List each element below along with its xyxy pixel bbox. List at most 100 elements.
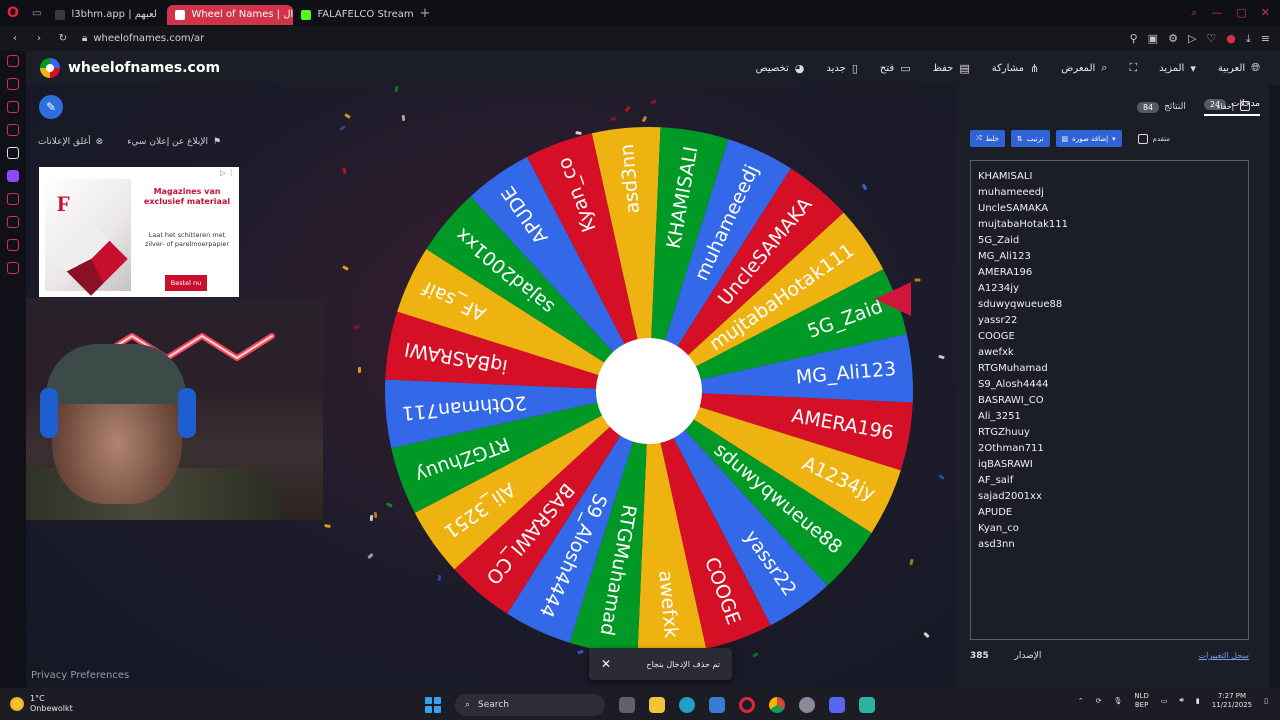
checkbox-icon[interactable]	[1137, 133, 1148, 144]
menu-share[interactable]: ⋔ مشاركة	[992, 61, 1040, 75]
edit-button[interactable]: ✎	[39, 95, 63, 119]
minimize-icon[interactable]: —	[1211, 6, 1222, 20]
url-field[interactable]: 🔒︎ wheelofnames.com/ar	[82, 33, 204, 44]
task-view-icon[interactable]	[619, 697, 635, 713]
tab-wheel-of-names[interactable]: Wheel of Names | ال	[167, 4, 294, 25]
notifications-icon[interactable]: ▯	[1264, 697, 1268, 705]
shuffle-button[interactable]: ⤮ خلط	[970, 130, 1005, 147]
edge-icon[interactable]	[679, 697, 695, 713]
entries-textarea[interactable]: KHAMISALI muhameeedj UncleSAMAKA mujtabaHot…	[970, 160, 1249, 640]
date: 11/21/2025	[1211, 700, 1253, 709]
menu-more[interactable]: ▾ المزيد	[1159, 61, 1196, 75]
ad-info-icon[interactable]: ▷ ⋮	[220, 169, 235, 177]
menu-icon[interactable]: ≡	[1261, 32, 1270, 46]
back-icon[interactable]: ‹	[6, 33, 24, 44]
wheel-center[interactable]	[596, 338, 702, 444]
weather-widget[interactable]: 1°C Onbewolkt	[10, 694, 73, 713]
player-icon[interactable]	[7, 78, 19, 90]
app-icon[interactable]	[859, 697, 875, 713]
advanced-checkbox[interactable]: متقدم	[1137, 133, 1170, 144]
profile-icon[interactable]: ●	[1226, 32, 1236, 46]
checkbox-icon[interactable]	[1240, 101, 1250, 111]
instagram-icon[interactable]	[7, 101, 19, 113]
clock[interactable]: 7:27 PM 11/21/2025	[1212, 692, 1252, 710]
opera-taskbar-icon[interactable]	[739, 697, 755, 713]
menu-save[interactable]: ▤ حفظ	[933, 61, 970, 75]
search-tabs-icon[interactable]: ⌕	[1191, 6, 1197, 20]
kick-sidebar-icon[interactable]	[7, 147, 19, 159]
privacy-preferences-link[interactable]: Privacy Preferences	[31, 670, 129, 681]
top-menu: 🌐︎ العربية ▾ المزيد ⛶ ⌕ المعرض ⋔ مشاركة ▤ حفظ…	[756, 61, 1280, 75]
twitch-icon[interactable]	[7, 170, 19, 182]
workspaces-icon[interactable]: ▭	[32, 8, 41, 19]
menu-open[interactable]: ▭ فتح	[880, 61, 911, 75]
changelog-link[interactable]: سجل التغييرات	[1199, 651, 1249, 661]
opera-logo-icon[interactable]: O	[0, 0, 26, 26]
sync-icon[interactable]: ⟳	[1096, 697, 1102, 705]
lang-bottom: BEP	[1134, 700, 1149, 709]
wheel-container[interactable]: MG_Ali123 AMERA196 A1234jy sduwyqwueue88 yas…	[359, 117, 939, 677]
tab-title: l3bhm.app | لعبهم	[71, 9, 157, 20]
wheel[interactable]: MG_Ali123AMERA196A1234jysduwyqwueue88yas…	[359, 117, 939, 677]
heart-icon[interactable]: ♡	[1206, 32, 1216, 46]
file-explorer-icon[interactable]	[649, 697, 665, 713]
menu-customize[interactable]: ◕ تخصيص	[756, 61, 805, 75]
entry-line: RTGZhuuy	[978, 427, 1030, 438]
snapshot-icon[interactable]: ▣	[1148, 32, 1158, 46]
settings-gear-icon[interactable]	[799, 697, 815, 713]
menu-fullscreen[interactable]: ⛶	[1129, 61, 1137, 75]
tray-chevron-icon[interactable]: ⌃	[1078, 697, 1084, 705]
forward-icon[interactable]: ›	[30, 33, 48, 44]
menu-gallery[interactable]: ⌕ المعرض	[1061, 61, 1107, 75]
add-image-button[interactable]: ▨ إضافة صورة ▾	[1055, 130, 1122, 147]
close-ads-link[interactable]: ⊗ أغلق الإعلانات	[38, 137, 103, 147]
sort-button[interactable]: ⇅ ترتيب	[1010, 130, 1050, 147]
input-language[interactable]: NLD BEP	[1134, 692, 1149, 710]
taskbar-search[interactable]: ⌕ Search	[455, 694, 605, 716]
history-icon[interactable]	[7, 193, 19, 205]
maximize-icon[interactable]: ▢	[1236, 6, 1246, 20]
volume-icon[interactable]: 🔊︎	[1180, 696, 1184, 705]
weather-condition: Onbewolkt	[30, 704, 73, 713]
flag-icon: ⚑	[213, 137, 222, 147]
toast-close-icon[interactable]: ✕	[601, 657, 611, 671]
network-icon[interactable]: ▭	[1161, 697, 1168, 705]
aria-icon[interactable]	[7, 55, 19, 67]
tab-results[interactable]: النتائج 84	[1136, 101, 1186, 113]
windows-start-icon[interactable]	[425, 697, 441, 713]
url-text: wheelofnames.com/ar	[93, 33, 205, 44]
settings-icon[interactable]	[7, 262, 19, 274]
close-window-icon[interactable]: ✕	[1261, 6, 1270, 20]
save-icon: ▤	[959, 61, 970, 75]
hide-checkbox[interactable]: إخفاء	[1217, 101, 1250, 111]
menu-language[interactable]: 🌐︎ العربية	[1218, 61, 1260, 75]
download-icon[interactable]: ⤓	[1246, 32, 1251, 46]
site-brand[interactable]: wheelofnames.com	[40, 58, 220, 78]
menu-new[interactable]: ▯ جديد	[826, 61, 858, 75]
caret-down-icon: ▾	[1112, 134, 1116, 143]
entry-line: S9_Alosh4444	[978, 379, 1049, 390]
new-tab-icon[interactable]: +	[419, 6, 430, 21]
discord-icon[interactable]	[829, 697, 845, 713]
ad-cta-button[interactable]: Bestel nu	[165, 275, 207, 291]
extension-icon[interactable]: ⚙	[1168, 32, 1178, 46]
report-ad-link[interactable]: ⚑ الإبلاغ عن إعلان سيء	[127, 137, 221, 147]
play-icon[interactable]: ▷	[1188, 32, 1196, 46]
confetti-piece	[338, 125, 346, 132]
add-image-label: إضافة صورة	[1072, 134, 1109, 143]
tab-falafelco-stream[interactable]: FALAFELCO Stream - Wa	[293, 5, 413, 25]
entry-line: BASRAWI_CO	[978, 395, 1044, 406]
clock-icon[interactable]	[7, 216, 19, 228]
pin-icon[interactable]: ⚲	[1130, 32, 1138, 46]
messenger-icon[interactable]	[7, 124, 19, 136]
advertisement[interactable]: F ▷ ⋮ Magazines van exclusief materiaal …	[39, 167, 239, 297]
tab-l3bhm[interactable]: l3bhm.app | لعبهم	[47, 5, 167, 25]
chrome-icon[interactable]	[769, 697, 785, 713]
lang-top: NLD	[1134, 692, 1149, 700]
battery-icon[interactable]: ▮	[1196, 697, 1200, 705]
store-icon[interactable]	[709, 697, 725, 713]
bookmarks-icon[interactable]	[7, 239, 19, 251]
reload-icon[interactable]: ↻	[54, 33, 72, 44]
confetti-piece	[342, 265, 350, 271]
microphone-icon[interactable]: 🎙︎	[1113, 697, 1122, 705]
